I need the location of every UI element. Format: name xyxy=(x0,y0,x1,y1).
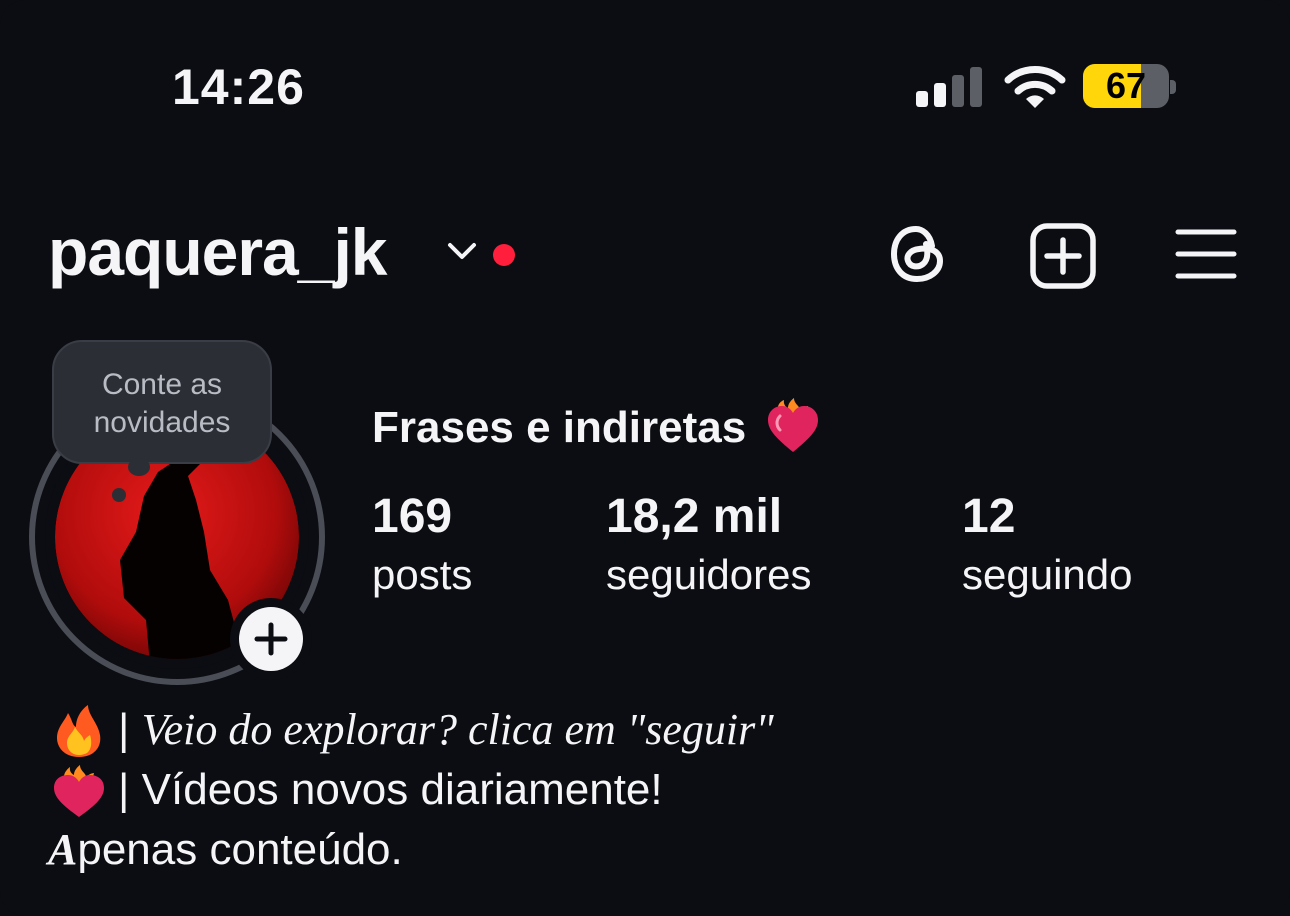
wifi-icon xyxy=(1004,66,1066,108)
status-time: 14:26 xyxy=(172,59,305,115)
battery-percent: 67 xyxy=(1105,65,1147,106)
heart-on-fire-icon xyxy=(54,765,104,818)
thought-bubble-dot xyxy=(128,458,150,476)
stat-following[interactable]: 12 seguindo xyxy=(962,488,1132,604)
signal-bar xyxy=(952,75,964,107)
bio-line: | Vídeos novos diariamente! xyxy=(48,762,663,819)
cellular-signal-icon xyxy=(916,67,982,107)
bio-line2-text: | Vídeos novos diariamente! xyxy=(118,765,663,814)
stat-count: 12 xyxy=(962,490,1016,543)
note-tooltip[interactable]: Conte as novidades xyxy=(52,340,272,464)
note-tooltip-line: novidades xyxy=(93,406,231,439)
note-tooltip-line: Conte as xyxy=(101,368,223,401)
signal-bar xyxy=(970,67,982,107)
stat-posts[interactable]: 169 posts xyxy=(372,488,472,604)
stat-label: seguindo xyxy=(962,551,1133,598)
stat-label: seguidores xyxy=(606,551,812,598)
display-name: Frases e indiretas xyxy=(372,398,822,454)
stat-count: 169 xyxy=(372,490,453,543)
battery-icon: 67 xyxy=(1083,64,1169,108)
bio-line: | Veio do explorar? clica em "seguir" xyxy=(48,702,774,759)
new-post-icon[interactable] xyxy=(1029,222,1097,290)
bio-separator: | xyxy=(118,705,142,754)
notification-dot xyxy=(493,244,515,266)
bio-line3-initial: A xyxy=(48,825,78,874)
stat-followers[interactable]: 18,2 mil seguidores xyxy=(606,488,811,604)
bio-line: Apenas conteúdo. xyxy=(48,822,403,878)
fire-icon xyxy=(57,705,101,758)
display-name-text: Frases e indiretas xyxy=(372,403,747,452)
signal-bar xyxy=(916,91,928,107)
battery-tip xyxy=(1170,80,1176,94)
menu-icon[interactable] xyxy=(1174,222,1238,286)
heart-on-fire-icon xyxy=(768,398,819,452)
username-switcher[interactable]: paquera_jk xyxy=(48,214,387,290)
chevron-down-icon[interactable] xyxy=(444,236,480,266)
add-story-button[interactable] xyxy=(230,598,312,680)
stat-count: 18,2 mil xyxy=(606,490,783,543)
thought-bubble-dot xyxy=(112,488,126,502)
threads-icon[interactable] xyxy=(886,222,950,286)
plus-icon xyxy=(254,622,288,656)
instagram-profile-screen: 14:26 67 paquera_jk Conte as novidades F… xyxy=(0,0,1290,916)
add-story-circle xyxy=(239,607,303,671)
stat-label: posts xyxy=(372,551,473,598)
bio-line1-text: Veio do explorar? clica em "seguir" xyxy=(141,705,774,754)
bio-line3-text: penas conteúdo. xyxy=(77,825,403,874)
signal-bar xyxy=(934,83,946,107)
